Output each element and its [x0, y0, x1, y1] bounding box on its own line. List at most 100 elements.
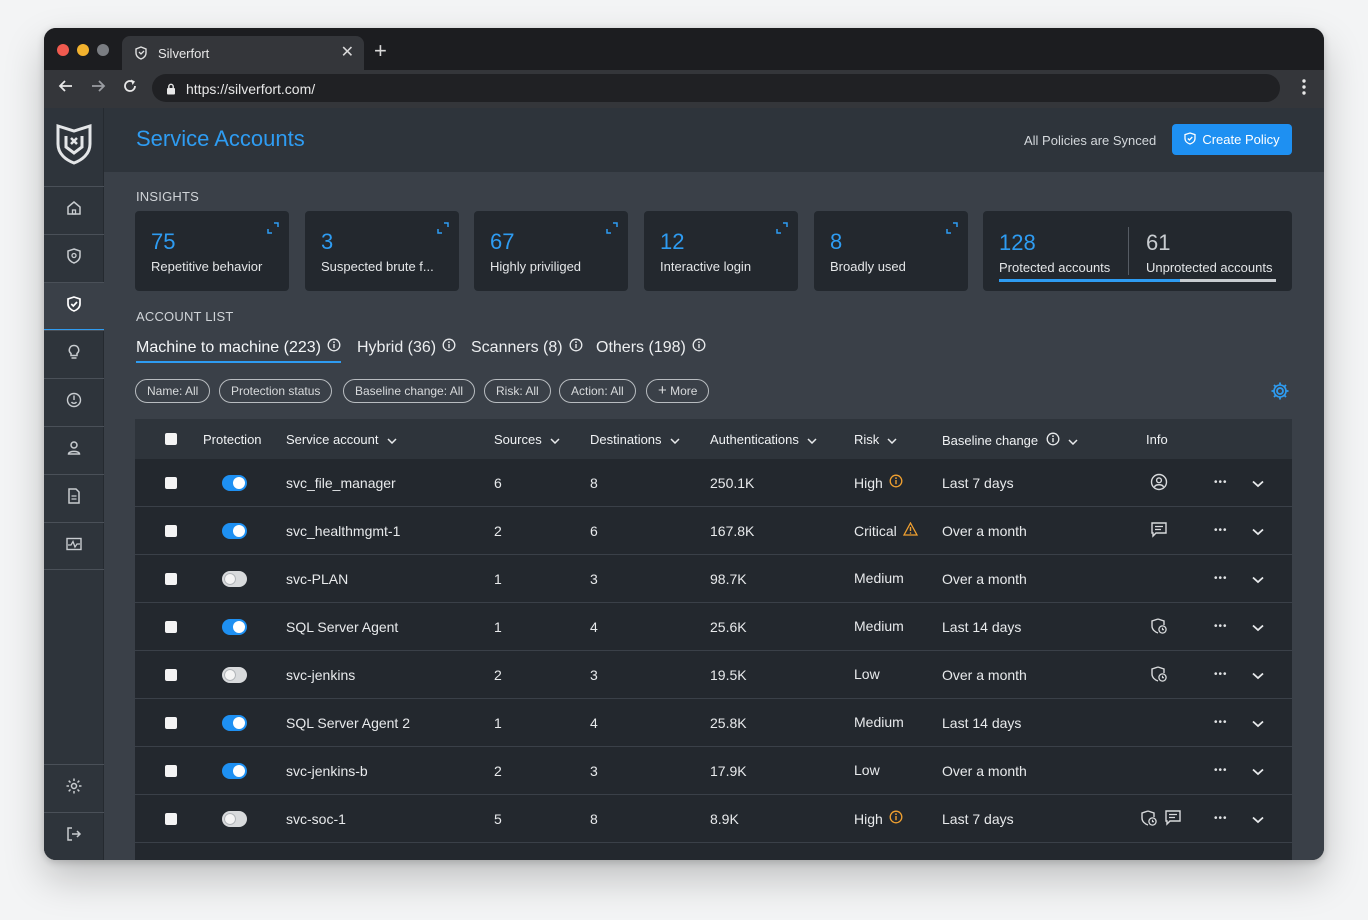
- expand-icon[interactable]: [606, 221, 618, 239]
- shield-clock-icon[interactable]: [1150, 617, 1168, 640]
- protection-toggle[interactable]: [222, 715, 247, 731]
- account-name[interactable]: svc-PLAN: [286, 571, 348, 587]
- account-name[interactable]: SQL Server Agent 2: [286, 715, 410, 731]
- sidebar-item-logout[interactable]: [44, 812, 104, 860]
- row-checkbox[interactable]: [165, 765, 177, 777]
- column-service-account[interactable]: Service account: [286, 432, 397, 447]
- row-actions-icon[interactable]: •••: [1214, 621, 1228, 632]
- protection-toggle[interactable]: [222, 475, 247, 491]
- column-baseline-change[interactable]: Baseline change: [942, 432, 1078, 449]
- protection-toggle[interactable]: [222, 571, 247, 587]
- table-row[interactable]: [135, 843, 1292, 860]
- table-row[interactable]: svc-jenkins 2 3 19.5K Low Over a month •••: [135, 651, 1292, 699]
- protection-toggle[interactable]: [222, 619, 247, 635]
- chevron-down-icon[interactable]: [1252, 715, 1264, 733]
- info-circle-icon[interactable]: [569, 338, 583, 357]
- chevron-down-icon[interactable]: [1252, 667, 1264, 685]
- account-name[interactable]: svc-jenkins-b: [286, 763, 368, 779]
- filter-action[interactable]: Action: All: [559, 379, 636, 403]
- create-policy-button[interactable]: Create Policy: [1172, 124, 1292, 155]
- browser-menu-icon[interactable]: [1302, 79, 1306, 99]
- account-name[interactable]: svc_healthmgmt-1: [286, 523, 400, 539]
- address-bar[interactable]: https://silverfort.com/: [152, 74, 1280, 102]
- table-settings-gear-icon[interactable]: [1270, 381, 1290, 406]
- row-checkbox[interactable]: [165, 813, 177, 825]
- table-row[interactable]: svc-jenkins-b 2 3 17.9K Low Over a month •••: [135, 747, 1292, 795]
- close-tab-icon[interactable]: ✕: [341, 42, 354, 62]
- back-icon[interactable]: [58, 78, 74, 98]
- row-checkbox[interactable]: [165, 477, 177, 489]
- row-actions-icon[interactable]: •••: [1214, 765, 1228, 776]
- sidebar-item-reports[interactable]: [44, 474, 104, 522]
- chevron-down-icon[interactable]: [1252, 763, 1264, 781]
- chevron-down-icon[interactable]: [1252, 811, 1264, 829]
- tab-hybrid[interactable]: Hybrid (36): [357, 338, 456, 357]
- expand-icon[interactable]: [776, 221, 788, 239]
- forward-icon[interactable]: [90, 78, 106, 98]
- filter-name[interactable]: Name: All: [135, 379, 211, 403]
- comment-icon[interactable]: [1164, 809, 1182, 832]
- chevron-down-icon[interactable]: [1252, 619, 1264, 637]
- tab-scanners[interactable]: Scanners (8): [471, 338, 583, 357]
- account-name[interactable]: svc-jenkins: [286, 667, 355, 683]
- expand-icon[interactable]: [267, 221, 279, 239]
- info-circle-icon[interactable]: [889, 474, 903, 491]
- expand-icon[interactable]: [946, 221, 958, 239]
- row-actions-icon[interactable]: •••: [1214, 717, 1228, 728]
- column-sources[interactable]: Sources: [494, 432, 560, 447]
- sidebar-item-authentication[interactable]: [44, 378, 104, 426]
- column-destinations[interactable]: Destinations: [590, 432, 680, 447]
- sidebar-item-settings[interactable]: [44, 764, 104, 812]
- account-name[interactable]: svc-soc-1: [286, 811, 346, 827]
- sidebar-item-service-accounts[interactable]: [44, 282, 104, 331]
- select-all-checkbox[interactable]: [165, 433, 177, 445]
- insight-card-privileged[interactable]: 67 Highly priviliged: [474, 211, 628, 291]
- table-row[interactable]: svc_file_manager 6 8 250.1K High Last 7 days •…: [135, 459, 1292, 507]
- minimize-window-dot[interactable]: [77, 44, 89, 56]
- comment-icon[interactable]: [1150, 521, 1168, 543]
- account-name[interactable]: svc_file_manager: [286, 475, 396, 491]
- row-actions-icon[interactable]: •••: [1214, 573, 1228, 584]
- warning-triangle-icon[interactable]: [902, 521, 918, 539]
- filter-risk[interactable]: Risk: All: [484, 379, 551, 403]
- row-actions-icon[interactable]: •••: [1214, 813, 1228, 824]
- chevron-down-icon[interactable]: [1252, 523, 1264, 541]
- shield-clock-icon[interactable]: [1140, 809, 1158, 832]
- table-row[interactable]: svc-soc-1 5 8 8.9K High Last 7 days •••: [135, 795, 1292, 843]
- shield-clock-icon[interactable]: [1150, 665, 1168, 688]
- account-name[interactable]: SQL Server Agent: [286, 619, 398, 635]
- row-actions-icon[interactable]: •••: [1214, 525, 1228, 536]
- tab-machine-to-machine[interactable]: Machine to machine (223): [136, 338, 341, 357]
- column-risk[interactable]: Risk: [854, 432, 897, 447]
- info-circle-icon[interactable]: [327, 338, 341, 357]
- info-circle-icon[interactable]: [889, 810, 903, 827]
- row-actions-icon[interactable]: •••: [1214, 477, 1228, 488]
- column-protection[interactable]: Protection: [203, 432, 262, 447]
- zoom-window-dot[interactable]: [97, 44, 109, 56]
- filter-protection-status[interactable]: Protection status: [219, 379, 333, 403]
- insight-card-repetitive[interactable]: 75 Repetitive behavior: [135, 211, 289, 291]
- sidebar-item-users[interactable]: [44, 426, 104, 474]
- protection-toggle[interactable]: [222, 763, 247, 779]
- filter-baseline-change[interactable]: Baseline change: All: [343, 379, 476, 403]
- protection-toggle[interactable]: [222, 667, 247, 683]
- protection-toggle[interactable]: [222, 523, 247, 539]
- sidebar-item-monitoring[interactable]: [44, 522, 104, 570]
- row-checkbox[interactable]: [165, 717, 177, 729]
- sidebar-item-home[interactable]: [44, 186, 104, 234]
- new-tab-button[interactable]: +: [374, 40, 387, 62]
- column-authentications[interactable]: Authentications: [710, 432, 817, 447]
- filter-more-button[interactable]: + More: [646, 379, 710, 403]
- row-checkbox[interactable]: [165, 669, 177, 681]
- expand-icon[interactable]: [437, 221, 449, 239]
- table-row[interactable]: SQL Server Agent 1 4 25.6K Medium Last 14 day…: [135, 603, 1292, 651]
- table-row[interactable]: SQL Server Agent 2 1 4 25.8K Medium Last 14 d…: [135, 699, 1292, 747]
- insight-card-broadly-used[interactable]: 8 Broadly used: [814, 211, 968, 291]
- table-row[interactable]: svc_healthmgmt-1 2 6 167.8K Critical Over a m…: [135, 507, 1292, 555]
- table-row[interactable]: svc-PLAN 1 3 98.7K Medium Over a month •••: [135, 555, 1292, 603]
- chevron-down-icon[interactable]: [1252, 571, 1264, 589]
- silverfort-logo-icon[interactable]: [54, 122, 94, 166]
- protection-toggle[interactable]: [222, 811, 247, 827]
- info-circle-icon[interactable]: [1046, 432, 1060, 449]
- insight-card-brute-force[interactable]: 3 Suspected brute f...: [305, 211, 459, 291]
